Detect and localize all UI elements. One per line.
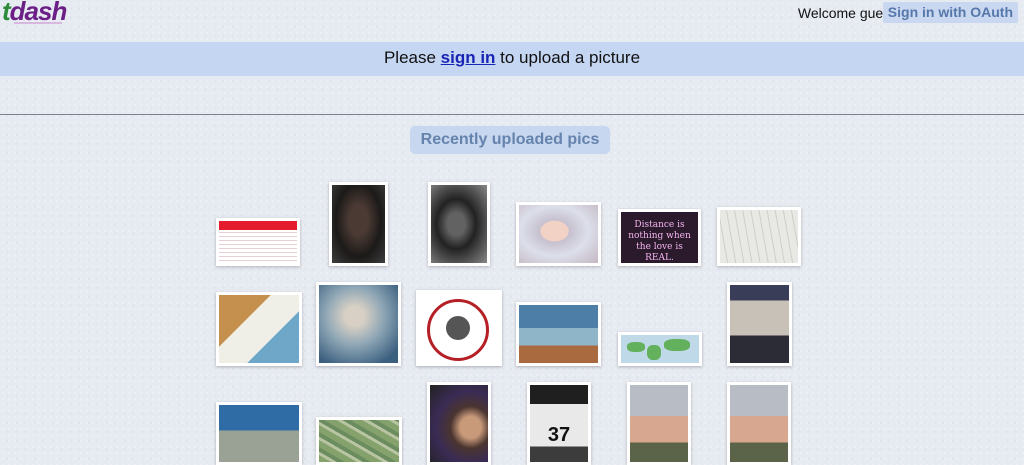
thumbnail-1[interactable] — [216, 218, 300, 266]
emblem-icon — [427, 299, 489, 361]
thumbnail-4[interactable] — [516, 202, 601, 266]
thumbnail-5[interactable]: Distance is nothing when the love is REA… — [618, 209, 701, 266]
thumbnail-image — [431, 185, 487, 263]
thumbnail-9[interactable] — [416, 290, 502, 366]
thumbnail-image — [319, 420, 399, 462]
sign-in-oauth-button[interactable]: Sign in with OAuth — [882, 2, 1018, 23]
thumbnail-image — [519, 305, 598, 363]
map-land — [664, 339, 690, 351]
thumbnail-image — [621, 335, 699, 363]
sign-in-prefix: Please — [383, 48, 441, 67]
divider — [0, 114, 1024, 115]
thumbnail-text: Distance is nothing when the love is REA… — [621, 212, 698, 263]
thumbnail-10[interactable] — [516, 302, 601, 366]
thumbnail-image — [630, 385, 688, 462]
sign-in-banner: Please sign in to upload a picture — [0, 42, 1024, 76]
thumbnail-2[interactable] — [329, 182, 388, 266]
thumbnail-image — [730, 285, 789, 363]
thumbnail-7[interactable] — [216, 292, 302, 366]
thumbnail-text: 37 — [530, 385, 588, 462]
thumbnail-12[interactable] — [727, 282, 792, 366]
map-land — [627, 342, 645, 352]
thumbnail-14[interactable] — [316, 417, 402, 465]
thumbnail-image — [430, 385, 488, 462]
thumbnail-image — [219, 295, 299, 363]
thumbnail-13[interactable] — [216, 402, 302, 465]
top-bar: tdash Welcome guest. Sign in with OAuth — [0, 0, 1024, 34]
thumbnail-6[interactable] — [717, 207, 801, 266]
sign-in-suffix: to upload a picture — [495, 48, 641, 67]
thumbnail-image — [219, 221, 297, 263]
sign-in-link[interactable]: sign in — [441, 48, 496, 67]
thumbnail-image — [219, 405, 299, 462]
thumbnail-8[interactable] — [316, 282, 401, 366]
logo-underline — [14, 22, 62, 24]
thumbnail-image — [419, 293, 499, 363]
thumbnail-3[interactable] — [428, 182, 490, 266]
thumbnail-17[interactable] — [627, 382, 691, 465]
thumbnail-16[interactable]: 37 — [527, 382, 591, 465]
map-land — [647, 345, 661, 360]
thumbnail-image — [319, 285, 398, 363]
thumbnail-15[interactable] — [427, 382, 491, 465]
thumbnail-image — [332, 185, 385, 263]
thumbnail-image — [720, 210, 798, 263]
recent-pics-heading: Recently uploaded pics — [410, 126, 610, 154]
thumbnail-image — [730, 385, 788, 462]
thumbnail-image — [519, 205, 598, 263]
thumbnail-11[interactable] — [618, 332, 702, 366]
thumbnail-18[interactable] — [727, 382, 791, 465]
